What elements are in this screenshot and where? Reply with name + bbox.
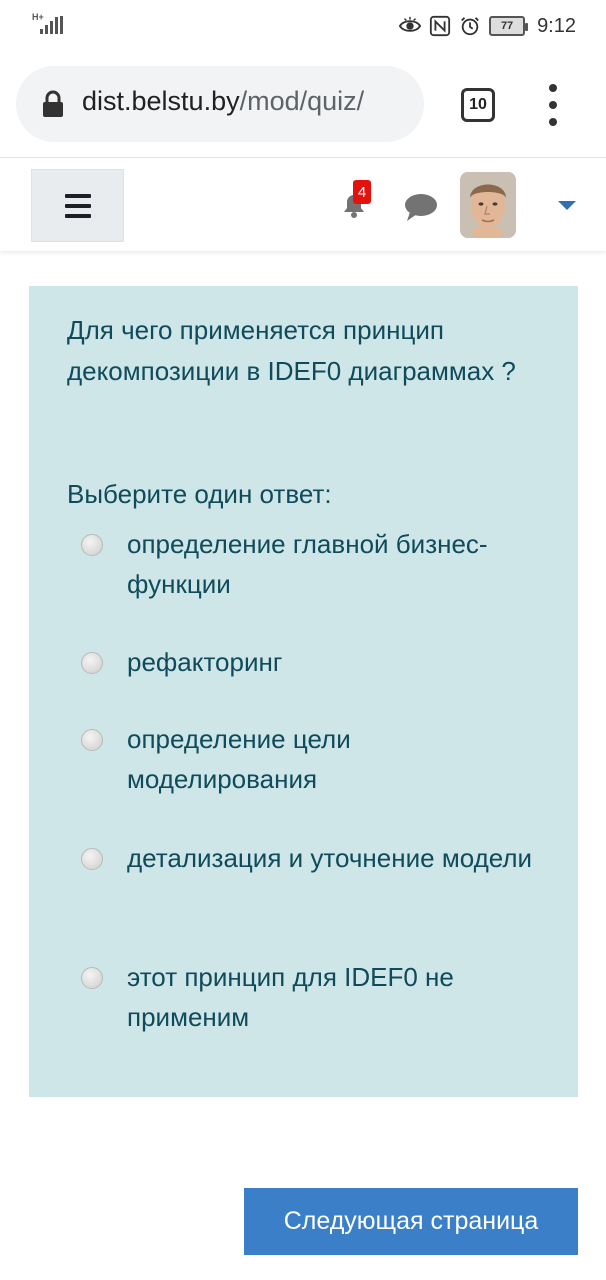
question-text: Для чего применяется принцип декомпозици… [67, 315, 516, 386]
tab-count: 10 [469, 96, 487, 113]
avatar[interactable] [460, 172, 516, 238]
answer-option[interactable]: этот принцип для IDEF0 не применим [81, 957, 541, 1037]
answer-option[interactable]: рефакторинг [81, 642, 541, 682]
answer-prompt: Выберите один ответ: [67, 479, 332, 509]
url-bar[interactable]: dist.belstu.by/mod/quiz/ [16, 66, 424, 142]
answer-label[interactable]: рефакторинг [127, 642, 282, 682]
site-navbar: 4 [0, 157, 606, 251]
answer-label[interactable]: определение цели моделирования [127, 719, 541, 799]
url-host: dist.belstu.by [82, 86, 240, 116]
answer-label[interactable]: детализация и уточнение модели [127, 838, 532, 878]
answer-label[interactable]: этот принцип для IDEF0 не применим [127, 957, 541, 1037]
url-path: /mod/quiz/ [239, 86, 365, 116]
clock: 9:12 [537, 14, 576, 37]
status-icons: 77 9:12 [399, 10, 576, 42]
nfc-icon [429, 15, 451, 37]
eye-icon [399, 16, 422, 32]
answer-option[interactable]: детализация и уточнение модели [81, 838, 541, 878]
notification-count: 4 [357, 183, 367, 201]
next-page-button[interactable]: Следующая страница [244, 1188, 578, 1255]
battery-level: 77 [500, 20, 514, 32]
browser-toolbar: dist.belstu.by/mod/quiz/ 10 [0, 52, 606, 156]
answer-label[interactable]: определение главной бизнес-функции [127, 524, 541, 604]
question-box: Для чего применяется принцип декомпозици… [29, 286, 578, 1097]
radio-button[interactable] [81, 729, 103, 751]
radio-button[interactable] [81, 534, 103, 556]
menu-icon[interactable] [545, 84, 561, 126]
caret-down-icon[interactable] [558, 201, 576, 210]
answer-option[interactable]: определение цели моделирования [81, 719, 541, 799]
battery-icon: 77 [489, 16, 529, 36]
answer-option[interactable]: определение главной бизнес-функции [81, 524, 541, 604]
radio-button[interactable] [81, 652, 103, 674]
lock-icon [43, 90, 63, 117]
radio-button[interactable] [81, 848, 103, 870]
signal-icon: H+ [30, 12, 70, 36]
chat-icon[interactable] [404, 192, 438, 222]
alarm-icon [461, 17, 479, 36]
notification-badge: 4 [353, 180, 371, 204]
tabs-button[interactable]: 10 [461, 88, 495, 122]
status-bar: H+ 77 9:12 [0, 0, 606, 52]
radio-button[interactable] [81, 967, 103, 989]
url-text[interactable]: dist.belstu.by/mod/quiz/ [82, 86, 364, 117]
hamburger-icon[interactable] [31, 169, 124, 242]
